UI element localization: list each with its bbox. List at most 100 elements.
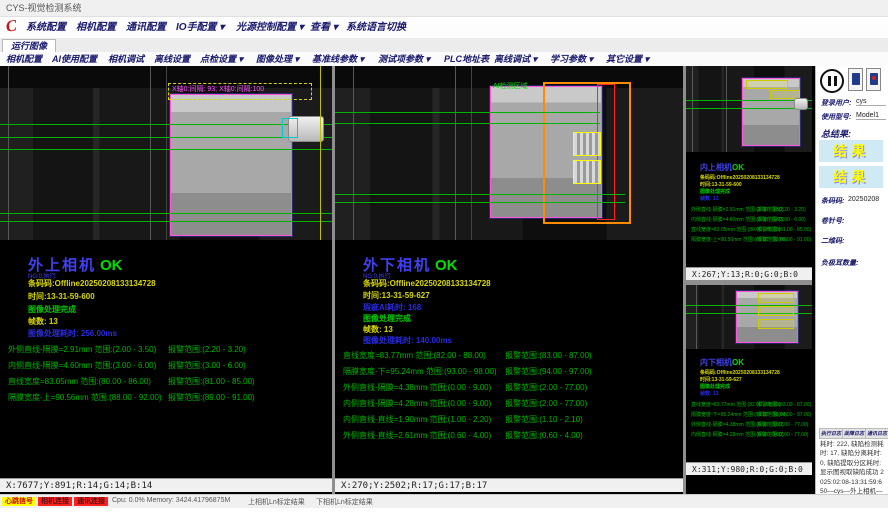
model-value[interactable]: Model1 [856, 112, 886, 120]
lower-cam-cal-status[interactable]: 下相机Ln标定结果 [316, 497, 373, 507]
result-box-2: 结果 [819, 166, 883, 188]
baseline-line [0, 213, 332, 214]
camera-image-outer-bottom[interactable]: AI检测区域 [335, 66, 683, 240]
camera-tool-button[interactable] [848, 68, 863, 91]
measurement-list: 直线宽度=83.77mm 范围:(82.00 - 88.00) 报警范围:(83… [343, 350, 683, 460]
menu-view[interactable]: 查看 ▾ [310, 17, 338, 38]
baseline-line [335, 112, 600, 113]
measure-row: 外侧直线-直线=2.61mm 范围:(0.60 - 4.00) [343, 430, 491, 441]
product-region [170, 94, 292, 236]
pixel-coord-bar: X:311;Y:980;R:0;G:0;B:0 [686, 462, 812, 475]
menu-light-config[interactable]: 光源控制配置 ▾ [236, 17, 304, 38]
barcode-line: 条码码:Offline20250208133134728 [363, 278, 491, 289]
camera-panel-inner-bottom: 内下相机OK 条码码:Offline20250208133134728 时间:1… [686, 285, 812, 475]
defect-crop [573, 132, 601, 156]
barcode-value: 20250208 [848, 196, 879, 203]
alarm-range: 报警范围:(3.00 - 6.00) [168, 360, 246, 371]
barcode-line: 条码码:Offline20250208133134728 [700, 174, 780, 181]
pin-number-label: 卷针号: [821, 216, 844, 226]
menu-system-config[interactable]: 系统配置 [26, 17, 66, 38]
tool-camera-debug[interactable]: 相机调试 [108, 52, 144, 66]
tool-offline-setting[interactable]: 离线设置 [154, 52, 190, 66]
camera-image-inner-top[interactable] [686, 66, 812, 152]
process-done-line: 图像处理完成 [363, 313, 411, 324]
app-logo-icon: C [5, 17, 18, 36]
result-ok-badge: OK [100, 257, 123, 274]
alarm-range: 报警范围:(81.00 - 85.00) [168, 376, 255, 387]
camera-title-inner-bottom: 内下相机OK [700, 357, 744, 368]
connector-roi-box [282, 118, 298, 138]
tool-image-process[interactable]: 图像处理 ▾ [256, 52, 299, 66]
camera-image-outer-top[interactable]: X轴0:间隔: 93; X轴0:间隔:100 [0, 66, 332, 240]
frame-count-line: 帧数: 13 [28, 316, 58, 327]
window-titlebar: CYS-视觉检测系统 [0, 0, 888, 17]
measurement-list: 外侧直线-隔膜=2.91mm 范围:(2.00 - 3.50) 报警范围:(2.… [8, 344, 332, 444]
tool-ai-use-config[interactable]: AI使用配置 [52, 52, 97, 66]
tab-exec-log[interactable]: 执行日志 [819, 428, 843, 439]
baseline-line [0, 149, 332, 150]
toolbar: 相机配置 AI使用配置 相机调试 离线设置 点检设置 ▾ 图像处理 ▾ 基准线参… [0, 52, 888, 67]
measure-row: 内侧直线-隔膜=4.28mm 范围:(0.00 - 9.00) [343, 398, 491, 409]
roi-tag [758, 306, 794, 316]
alarm-range: 报警范围:(2.00 - 77.00) [505, 382, 587, 393]
tab-run-image[interactable]: 运行图像 [2, 39, 56, 53]
camera-image-inner-bottom[interactable] [686, 285, 812, 349]
tool-test-params[interactable]: 测试项参数 ▾ [378, 52, 430, 66]
measure-row: 外侧直线-隔膜=4.38mm 范围:(0.00 - 9.00) [343, 382, 491, 393]
menu-comm-config[interactable]: 通讯配置 [126, 17, 166, 38]
barcode-label: 条码码: [821, 196, 844, 206]
tool-other-settings[interactable]: 其它设置 ▾ [606, 52, 649, 66]
login-user-value[interactable]: cys [856, 98, 886, 106]
menu-io-config[interactable]: IO手配置 ▾ [176, 17, 224, 38]
roi-tag [758, 319, 794, 329]
baseline-line [0, 221, 332, 222]
tab-fault-log[interactable]: 故障日志 [842, 428, 866, 439]
tool-offline-debug[interactable]: 离线调试 ▾ [494, 52, 537, 66]
capture-tool-button[interactable] [866, 68, 881, 91]
roi-tag [746, 80, 788, 89]
result-ok-badge: OK [435, 257, 458, 274]
camera-panel-outer-bottom: AI检测区域 外下相机OK NG:0,执行 条码码:Offline2025020… [335, 66, 683, 494]
tab-comm-log[interactable]: 通讯日志 [865, 428, 888, 439]
measure-row: 隔膜宽度-下=95.24mm 范围:(93.00 - 98.00) [343, 366, 497, 377]
pixel-coord-bar: X:7677;Y:891;R:14;G:14;B:14 [0, 478, 332, 492]
login-user-label: 登录用户: [821, 98, 851, 108]
pause-icon [828, 76, 831, 86]
tool-learn-params[interactable]: 学习参数 ▾ [550, 52, 593, 66]
tool-plc-address[interactable]: PLC地址表 [444, 52, 489, 66]
measure-row: 直线宽度=83.05mm 范围:(80.00 - 86.00) [8, 376, 151, 387]
time-line: 时间:13-31-59-627 [700, 376, 742, 383]
alarm-range: 报警范围:(2.20 - 3.20) [168, 344, 246, 355]
baseline-line [335, 194, 625, 195]
pause-button[interactable] [820, 69, 844, 93]
ai-region-label: AI检测区域 [493, 81, 528, 91]
qr-code-label: 二维码: [821, 236, 844, 246]
model-label: 使用型号: [821, 112, 851, 122]
app-window: CYS-视觉检测系统 C 系统配置 相机配置 通讯配置 IO手配置 ▾ 光源控制… [0, 0, 888, 522]
menu-camera-config[interactable]: 相机配置 [76, 17, 116, 38]
process-time-line: 图像处理耗时: 256.00ms [28, 328, 117, 339]
tool-spotcheck[interactable]: 点检设置 ▾ [200, 52, 243, 66]
pixel-coord-bar: X:270;Y:2502;R:17;G:17;B:17 [335, 478, 683, 492]
barcode-line: 条码码:Offline20250208133134728 [28, 278, 156, 289]
alarm-range: 报警范围:(94.00 - 97.00) [505, 366, 592, 377]
alarm-range: 报警范围:(0.60 - 4.00) [505, 430, 583, 441]
cpu-memory-status: Cpu: 0.0% Memory: 3424.41796875M [112, 497, 230, 504]
camera-panel-outer-top: X轴0:间隔: 93; X轴0:间隔:100 外上相机OK NG:0,执行 条码… [0, 66, 332, 494]
tab-count-label: 负极耳数量: [821, 258, 858, 268]
process-done-line: 图像处理完成 [700, 383, 730, 390]
result-box-1: 结果 [819, 140, 883, 162]
time-line: 时间:13-31-59-600 [28, 291, 95, 302]
time-line: 时间:13-31-59-627 [363, 290, 430, 301]
pixel-coord-bar: X:267;Y:13;R:0;G:0;B:0 [686, 267, 812, 280]
tool-camera-config[interactable]: 相机配置 [6, 52, 42, 66]
menu-language-switch[interactable]: 系统语言切换 [346, 17, 406, 38]
process-done-line: 图像处理完成 [700, 188, 730, 195]
camera-icon [852, 73, 860, 85]
tool-baseline-params[interactable]: 基准线参数 ▾ [312, 52, 364, 66]
bottom-strip [0, 508, 888, 522]
alarm-range: 报警范围:(1.10 - 2.10) [505, 414, 583, 425]
alarm-range: 报警范围:(83.00 - 87.00) [505, 350, 592, 361]
process-time-line: 图像处理耗时: 140.00ms [363, 335, 452, 346]
upper-cam-cal-status[interactable]: 上相机Ln标定结果 [248, 497, 305, 507]
